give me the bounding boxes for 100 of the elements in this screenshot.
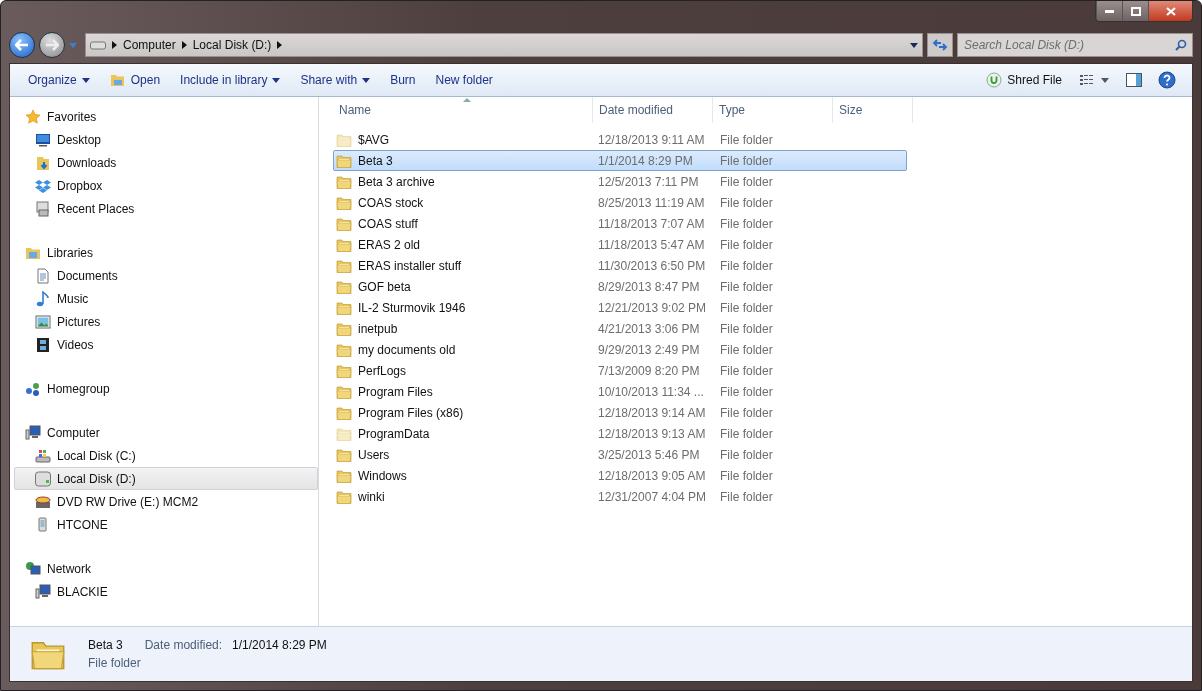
address-bar[interactable]: Computer Local Disk (D:) [85,33,923,57]
file-type: File folder [720,132,773,147]
folder-icon [336,257,352,274]
toolbar-button[interactable]: Include in library [172,69,289,91]
folder-icon [336,236,352,253]
star-icon [25,108,41,125]
file-row[interactable]: winki 12/31/2007 4:04 PM File folder [333,486,907,507]
file-row[interactable]: Program Files (x86) 12/18/2013 9:14 AM File folder [333,402,907,423]
folder-arrow-icon [35,154,51,171]
folder-icon [336,152,352,169]
file-row[interactable]: my documents old 9/29/2013 2:49 PM File folder [333,339,907,360]
column-header[interactable]: Name [333,97,593,123]
nav-item[interactable]: Pictures [14,310,318,333]
nav-item[interactable]: DVD RW Drive (E:) MCM2 [14,490,318,513]
nav-item[interactable]: Dropbox [14,174,318,197]
close-icon [1165,6,1176,16]
item-type: File folder [88,656,141,670]
nav-item[interactable]: Computer [14,421,318,444]
nav-item[interactable]: Desktop [14,128,318,151]
maximize-button[interactable] [1122,1,1148,21]
nav-item[interactable]: Videos [14,333,318,356]
file-row[interactable]: GOF beta 8/29/2013 8:47 PM File folder [333,276,907,297]
column-header[interactable]: Date modified [593,97,713,123]
shred-file-button[interactable]: Shred File [978,68,1070,92]
folder-icon [336,488,352,505]
search-field[interactable]: Search Local Disk (D:) [957,33,1193,57]
file-row[interactable]: $AVG 12/18/2013 9:11 AM File folder [333,129,907,150]
nav-item[interactable]: Network [14,557,318,580]
back-button[interactable] [9,32,35,58]
date-modified: 12/18/2013 9:14 AM [598,405,706,420]
file-type: File folder [720,258,773,273]
folder-icon [336,446,352,463]
nav-item[interactable]: Local Disk (D:) [14,467,318,490]
date-modified: 4/21/2013 3:06 PM [598,321,700,336]
nav-item[interactable]: Libraries [14,241,318,264]
breadcrumb[interactable]: Local Disk (D:) [192,38,272,52]
file-row[interactable]: ProgramData 12/18/2013 9:13 AM File folder [333,423,907,444]
folder-icon [109,73,126,87]
minimize-button[interactable] [1096,1,1122,21]
toolbar-button[interactable]: Burn [382,69,424,91]
refresh-icon [932,38,948,52]
nav-item[interactable]: Documents [14,264,318,287]
file-row[interactable]: inetpub 4/21/2013 3:06 PM File folder [333,318,907,339]
nav-item[interactable]: Music [14,287,318,310]
list-view-icon [1080,74,1110,86]
refresh-button[interactable] [927,33,953,57]
folder-icon [336,383,352,400]
nav-item[interactable]: Downloads [14,151,318,174]
file-row[interactable]: Program Files 10/10/2013 11:34 ... File folder [333,381,907,402]
folder-icon [336,299,352,316]
file-name: my documents old [358,342,456,357]
file-row[interactable]: PerfLogs 7/13/2009 8:20 PM File folder [333,360,907,381]
breadcrumb[interactable]: Computer [123,38,176,52]
file-row[interactable]: Windows 12/18/2013 9:05 AM File folder [333,465,907,486]
file-row[interactable]: Beta 3 1/1/2014 8:29 PM File folder [333,150,907,171]
nav-item[interactable]: Recent Places [14,197,318,220]
file-row[interactable]: Users 3/25/2013 5:46 PM File folder [333,444,907,465]
drive-icon [35,470,51,487]
nav-item[interactable]: HTCONE [14,513,318,536]
close-button[interactable] [1148,1,1192,21]
file-row[interactable]: ERAS 2 old 11/18/2013 5:47 AM File folder [333,234,907,255]
nav-item[interactable]: Local Disk (C:) [14,444,318,467]
toolbar-button[interactable]: Share with [292,69,379,91]
column-header[interactable]: Type [713,97,833,123]
recent-places-icon [35,200,51,217]
column-header[interactable]: Size [833,97,913,123]
file-row[interactable]: COAS stuff 11/18/2013 7:07 AM File folder [333,213,907,234]
file-row[interactable]: ERAS installer stuff 11/30/2013 6:50 PM File folder [333,255,907,276]
file-name: ERAS installer stuff [358,258,462,273]
date-label: Date modified: [144,638,223,652]
date-modified: 8/29/2013 8:47 PM [598,279,700,294]
file-row[interactable]: IL-2 Sturmovik 1946 12/21/2013 9:02 PM File folder [333,297,907,318]
toolbar-button[interactable]: New folder [427,69,501,91]
file-type: File folder [720,279,773,294]
date-modified: 12/21/2013 9:02 PM [598,300,707,315]
film-icon [35,336,51,353]
date-modified: 3/25/2013 5:46 PM [598,447,700,462]
dropdown-caret-icon[interactable] [910,42,918,48]
forward-button[interactable] [39,32,65,58]
drive-icon [35,447,51,464]
drive-icon [90,40,106,50]
nav-item[interactable]: Favorites [14,105,318,128]
file-type: File folder [720,216,773,231]
file-type: File folder [720,363,773,378]
date-modified: 8/25/2013 11:19 AM [598,195,705,210]
toolbar-button[interactable]: Open [101,69,169,91]
date-modified: 12/18/2013 9:11 AM [598,132,705,147]
file-type: File folder [720,321,773,336]
nav-item[interactable]: BLACKIE [14,580,318,603]
toolbar-button[interactable]: Organize [20,69,98,91]
nav-item[interactable]: Homegroup [14,377,318,400]
back-arrow-icon [15,39,29,51]
minimize-icon [1105,9,1114,13]
file-row[interactable]: COAS stock 8/25/2013 11:19 AM File folder [333,192,907,213]
computer-icon [35,583,51,600]
date-modified: 11/18/2013 5:47 AM [598,237,705,252]
date-modified: 12/18/2013 9:13 AM [598,426,706,441]
file-row[interactable]: Beta 3 archive 12/5/2013 7:11 PM File folder [333,171,907,192]
date-modified: 12/18/2013 9:05 AM [598,468,706,483]
file-type: File folder [720,300,773,315]
